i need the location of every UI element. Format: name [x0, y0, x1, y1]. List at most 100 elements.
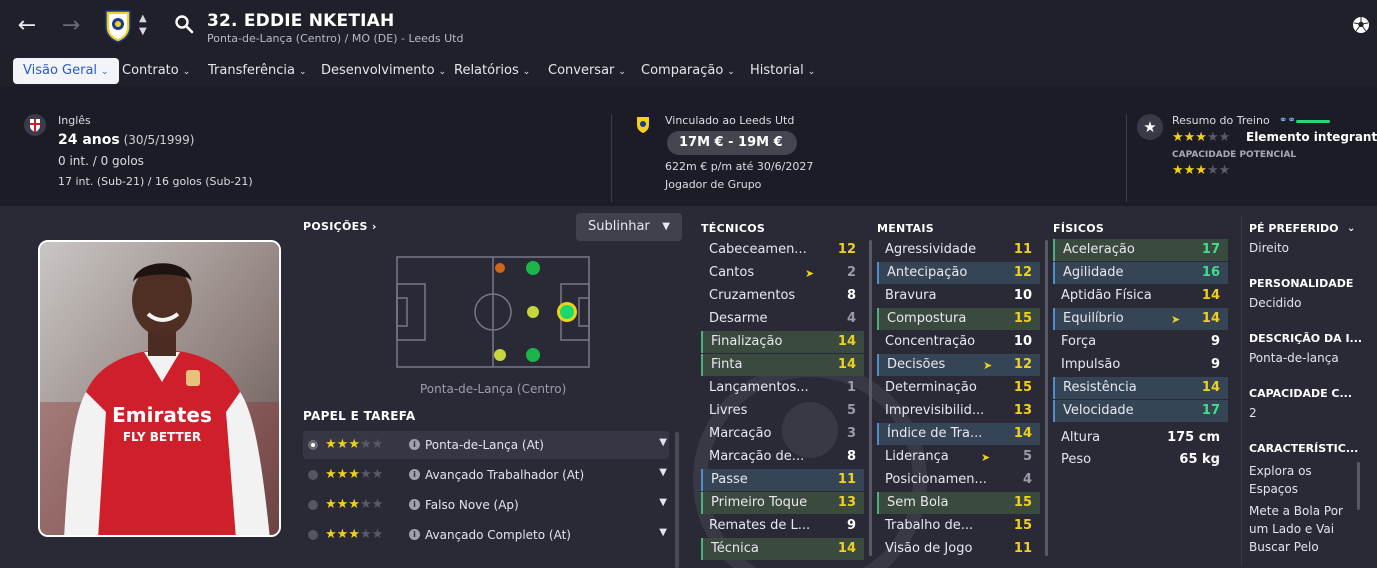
attribute-row[interactable]: Trabalho de... 15 — [877, 515, 1040, 537]
attribute-row[interactable]: Equilíbrio ➤ 14 — [1053, 308, 1228, 330]
attribute-row[interactable]: Cruzamentos 8 — [701, 285, 864, 307]
attribute-row[interactable]: Cantos ➤ 2 — [701, 262, 864, 284]
attribute-row[interactable]: Bravura 10 — [877, 285, 1040, 307]
attribute-name: Resistência — [1063, 380, 1137, 395]
attribute-value: 13 — [837, 495, 856, 510]
attribute-row[interactable]: Posicionamen... 4 — [877, 469, 1040, 491]
info-icon[interactable]: i — [409, 529, 420, 540]
trait-item-cont[interactable]: Buscar Pelo — [1249, 540, 1319, 554]
training-summary-label[interactable]: Resumo do Treino — [1172, 114, 1270, 127]
mental-scrollbar[interactable] — [1045, 240, 1048, 556]
attribute-row[interactable]: Índice de Tra... 14 — [877, 423, 1040, 445]
info-icon[interactable]: i — [409, 499, 420, 510]
role-radio[interactable] — [308, 440, 318, 450]
role-radio[interactable] — [308, 470, 318, 480]
england-flag-icon[interactable] — [24, 114, 46, 136]
role-row[interactable]: ★★★★★ i Avançado Completo (At) ▼ — [303, 521, 669, 549]
squad-status[interactable]: Jogador de Grupo — [665, 178, 761, 191]
arrow-right-icon[interactable]: → — [57, 12, 85, 40]
attribute-row[interactable]: Força 9 — [1053, 331, 1228, 353]
tab-transfer[interactable]: Transferência ⌄ — [198, 58, 317, 84]
attribute-row[interactable]: Velocidade 17 — [1053, 400, 1228, 422]
tab-overview[interactable]: Visão Geral ⌄ — [13, 58, 119, 84]
position-dot-amr[interactable] — [494, 349, 506, 361]
contract-club[interactable]: Vinculado ao Leeds Utd — [665, 114, 794, 127]
chevron-down-icon[interactable]: ▼ — [659, 437, 667, 448]
position-dot-stl[interactable] — [526, 261, 540, 275]
position-dot-str[interactable] — [526, 348, 540, 362]
attribute-row[interactable]: Visão de Jogo 11 — [877, 538, 1040, 560]
roles-scrollbar[interactable] — [675, 432, 679, 568]
attribute-row[interactable]: Remates de L... 9 — [701, 515, 864, 537]
chevron-down-icon[interactable]: ▼ — [659, 467, 667, 478]
search-icon[interactable] — [174, 14, 194, 34]
role-row[interactable]: ★★★★★ i Avançado Trabalhador (At) ▼ — [303, 461, 669, 489]
attribute-row[interactable]: Imprevisibilid... 13 — [877, 400, 1040, 422]
tab-talk[interactable]: Conversar ⌄ — [538, 58, 636, 84]
nationality[interactable]: Inglês — [58, 114, 91, 127]
attribute-value: 15 — [1013, 495, 1032, 510]
player-subtitle[interactable]: Ponta-de-Lança (Centro) / MO (DE) - Leed… — [207, 32, 463, 45]
attribute-row[interactable]: Finalização 14 — [701, 331, 864, 353]
attribute-row[interactable]: Compostura 15 — [877, 308, 1040, 330]
attribute-row[interactable]: Decisões ➤ 12 — [877, 354, 1040, 376]
tab-development[interactable]: Desenvolvimento ⌄ — [311, 58, 456, 84]
attribute-row[interactable]: Determinação 15 — [877, 377, 1040, 399]
role-row[interactable]: ★★★★★ i Falso Nove (Ap) ▼ — [303, 491, 669, 519]
attribute-name: Determinação — [885, 380, 977, 395]
attribute-name: Equilíbrio — [1063, 311, 1124, 326]
tab-history[interactable]: Historial ⌄ — [740, 58, 825, 84]
role-row[interactable]: ★★★★★ i Ponta-de-Lança (At) ▼ — [303, 431, 669, 459]
trait-item-cont[interactable]: Espaços — [1249, 482, 1298, 496]
transfer-value[interactable]: 17M € - 19M € — [667, 131, 797, 155]
attribute-row[interactable]: Passe 11 — [701, 469, 864, 491]
tab-reports[interactable]: Relatórios ⌄ — [444, 58, 540, 84]
info-icon[interactable]: i — [409, 439, 420, 450]
position-dot-stc[interactable] — [560, 305, 574, 319]
trait-item[interactable]: Mete a Bola Por — [1249, 504, 1343, 518]
tab-contract[interactable]: Contrato ⌄ — [112, 58, 200, 84]
attribute-row[interactable]: Agressividade 11 — [877, 239, 1040, 261]
info-icon[interactable]: i — [409, 469, 420, 480]
preferred-foot-title[interactable]: PÉ PREFERIDO ⌄ — [1249, 222, 1355, 235]
attribute-row[interactable]: Desarme 4 — [701, 308, 864, 330]
attribute-value: 12 — [1013, 357, 1032, 372]
role-stars: ★★★★★ — [325, 527, 384, 542]
attribute-row[interactable]: Aceleração 17 — [1053, 239, 1228, 261]
chevron-down-icon[interactable]: ▼ — [659, 497, 667, 508]
trait-item[interactable]: Explora os — [1249, 464, 1312, 478]
role-radio[interactable] — [308, 500, 318, 510]
attribute-row[interactable]: Finta 14 — [701, 354, 864, 376]
attribute-row[interactable]: Lançamentos... 1 — [701, 377, 864, 399]
tab-comparison[interactable]: Comparação ⌄ — [631, 58, 745, 84]
attribute-row[interactable]: Marcação de... 8 — [701, 446, 864, 468]
trait-item-cont[interactable]: um Lado e Vai — [1249, 522, 1334, 536]
arrow-left-icon[interactable]: ← — [13, 12, 41, 40]
position-dot-amc[interactable] — [527, 306, 539, 318]
attribute-row[interactable]: Impulsão 9 — [1053, 354, 1228, 376]
highlight-dropdown[interactable]: Sublinhar ▼ — [576, 213, 682, 241]
role-radio[interactable] — [308, 530, 318, 540]
attribute-row[interactable]: Cabeceamen... 12 — [701, 239, 864, 261]
technical-scrollbar[interactable] — [869, 240, 872, 556]
attribute-row[interactable]: Marcação 3 — [701, 423, 864, 445]
attribute-row[interactable]: Livres 5 — [701, 400, 864, 422]
attribute-row[interactable]: Concentração 10 — [877, 331, 1040, 353]
leeds-crest-icon[interactable] — [104, 9, 132, 43]
position-dot-aml[interactable] — [495, 263, 505, 273]
attribute-row[interactable]: Antecipação 12 — [877, 262, 1040, 284]
traits-scrollbar[interactable] — [1357, 462, 1360, 510]
attribute-row[interactable]: Resistência 14 — [1053, 377, 1228, 399]
attribute-row[interactable]: Primeiro Toque 13 — [701, 492, 864, 514]
attribute-row[interactable]: Liderança ➤ 5 — [877, 446, 1040, 468]
attribute-row[interactable]: Aptidão Física 14 — [1053, 285, 1228, 307]
ability-title: CAPACIDADE C... — [1249, 387, 1353, 400]
football-icon[interactable] — [1352, 16, 1370, 34]
club-switch-icon[interactable]: ▲ ▼ — [139, 12, 147, 38]
attribute-row[interactable]: Sem Bola 15 — [877, 492, 1040, 514]
chevron-down-icon[interactable]: ▼ — [659, 527, 667, 538]
potential-stars: ★★★★★ — [1172, 163, 1231, 178]
attribute-row[interactable]: Técnica 14 — [701, 538, 864, 560]
positions-title[interactable]: POSIÇÕES › — [303, 220, 377, 233]
attribute-row[interactable]: Agilidade 16 — [1053, 262, 1228, 284]
